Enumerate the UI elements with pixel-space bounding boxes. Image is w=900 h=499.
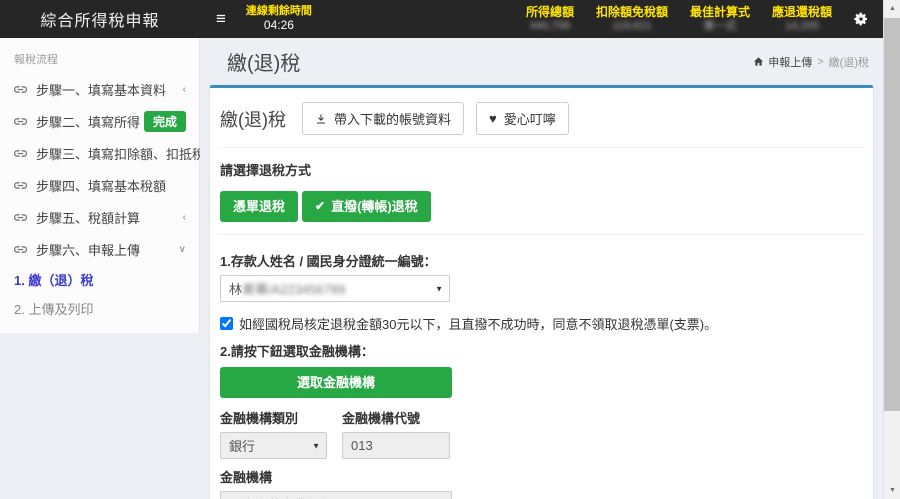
dropdown-arrow-icon: ▼ — [312, 441, 320, 450]
main-content: 繳(退)稅 申報上傳 > 繳(退)稅 繳(退)稅 帶入下載的帳號資料 ♥ 愛心叮… — [200, 38, 883, 499]
sidebar-item-label: 步驟二、填寫所得 — [36, 112, 144, 131]
import-downloaded-account-button[interactable]: 帶入下載的帳號資料 — [302, 102, 464, 135]
app-header: 綜合所得稅申報 ≡ 連線剩餘時間 04:26 所得總額 440,758 扣除額免… — [0, 0, 883, 38]
agree-no-voucher-row: 如經國稅局核定退稅金額30元以下，且直撥不成功時，同意不領取退稅憑單(支票)。 — [220, 314, 863, 333]
panel-title: 繳(退)稅 — [220, 106, 286, 132]
heart-icon: ♥ — [489, 111, 497, 126]
home-icon — [753, 56, 764, 67]
depositor-name-prefix: 林 — [229, 279, 242, 298]
sidebar-item-label: 步驟一、填寫基本資料 — [36, 80, 183, 99]
select-bank-button[interactable]: 選取金融機構 — [220, 367, 452, 398]
scroll-up-arrow-icon[interactable]: ▲ — [884, 0, 900, 17]
breadcrumb: 申報上傳 > 繳(退)稅 — [753, 54, 869, 70]
download-icon — [315, 113, 327, 125]
bank-type-column: 金融機構類別 銀行 ▼ — [220, 398, 327, 459]
stat-label: 應退還稅額 — [772, 5, 832, 19]
stat-label: 最佳計算式 — [690, 5, 750, 19]
sidebar-item-label: 步驟三、填寫扣除額、扣抵稅額 — [36, 144, 218, 163]
vertical-scrollbar[interactable]: ▲ ▼ — [883, 0, 900, 499]
stat-best-formula: 最佳計算式 第一式 — [690, 5, 750, 33]
stat-value: 第一式 — [690, 20, 750, 33]
done-badge: 完成 — [144, 111, 186, 132]
dropdown-arrow-icon: ▼ — [435, 284, 443, 293]
direct-transfer-refund-button[interactable]: ✔ 直撥(轉帳)退稅 — [302, 191, 431, 222]
stat-value: 440,758 — [526, 20, 574, 33]
check-icon: ✔ — [315, 191, 325, 222]
sidebar-item-label: 步驟四、填寫基本稅額 — [36, 176, 186, 195]
gear-icon[interactable] — [853, 11, 869, 27]
sidebar-menu: 報稅流程 步驟一、填寫基本資料 ‹ 步驟二、填寫所得 完成 步驟三、填寫扣除額、… — [0, 38, 200, 333]
content-header: 繳(退)稅 申報上傳 > 繳(退)稅 — [200, 38, 883, 85]
panel-header: 繳(退)稅 帶入下載的帳號資料 ♥ 愛心叮嚀 — [218, 96, 865, 148]
bank-type-label: 金融機構類別 — [220, 408, 327, 427]
scroll-down-arrow-icon[interactable]: ▼ — [884, 482, 900, 499]
bank-code-column: 金融機構代號 013 — [342, 398, 450, 459]
care-reminder-button[interactable]: ♥ 愛心叮嚀 — [476, 102, 569, 135]
scrollbar-thumb[interactable] — [884, 18, 900, 411]
sidebar-item-step5[interactable]: 步驟五、稅額計算 ‹ — [0, 201, 199, 233]
bank-name-field: 國泰世華商業銀行 — [220, 491, 452, 499]
sidebar-item-step2[interactable]: 步驟二、填寫所得 完成 — [0, 105, 199, 137]
link-icon — [14, 115, 27, 128]
link-icon — [14, 83, 27, 96]
stat-value: 14,205 — [772, 20, 832, 33]
refund-form-section: 1.存款人姓名 / 國民身分證統一編號： 林 美華/A223456789 ▼ 如… — [218, 235, 865, 499]
voucher-refund-button[interactable]: 憑單退稅 — [220, 191, 298, 222]
agree-no-voucher-label: 如經國稅局核定退稅金額30元以下，且直撥不成功時，同意不領取退稅憑單(支票)。 — [239, 314, 717, 333]
chevron-left-icon: ‹ — [183, 212, 186, 223]
agree-no-voucher-checkbox[interactable] — [220, 317, 233, 330]
stat-label: 扣除額免稅額 — [596, 5, 668, 19]
breadcrumb-separator: > — [817, 56, 823, 68]
breadcrumb-home-link[interactable]: 申報上傳 — [753, 54, 812, 70]
bank-code-field: 013 — [342, 432, 450, 459]
tax-refund-panel: 繳(退)稅 帶入下載的帳號資料 ♥ 愛心叮嚀 請選擇退稅方式 憑單退稅 ✔ 直撥… — [210, 85, 873, 499]
link-icon — [14, 179, 27, 192]
link-icon — [14, 147, 27, 160]
sidebar-item-step1[interactable]: 步驟一、填寫基本資料 ‹ — [0, 73, 199, 105]
sidebar-heading: 報稅流程 — [0, 38, 199, 73]
stat-refund-amount: 應退還稅額 14,205 — [772, 5, 832, 33]
bank-pick-label: 2.請按下鈕選取金融機構： — [220, 341, 863, 360]
stat-total-income: 所得總額 440,758 — [526, 5, 574, 33]
hamburger-menu-icon[interactable]: ≡ — [216, 9, 226, 29]
bank-code-label: 金融機構代號 — [342, 408, 450, 427]
sidebar: 報稅流程 步驟一、填寫基本資料 ‹ 步驟二、填寫所得 完成 步驟三、填寫扣除額、… — [0, 38, 200, 499]
breadcrumb-current: 繳(退)稅 — [829, 54, 869, 70]
sidebar-item-label: 步驟五、稅額計算 — [36, 208, 183, 227]
depositor-label: 1.存款人姓名 / 國民身分證統一編號： — [220, 251, 863, 270]
depositor-name-masked: 美華/A223456789 — [242, 279, 345, 298]
chevron-left-icon: ‹ — [183, 84, 186, 95]
sidebar-item-step6[interactable]: 步驟六、申報上傳 ∨ — [0, 233, 199, 265]
stat-label: 所得總額 — [526, 5, 574, 19]
sidebar-subitem-tax-refund[interactable]: 1. 繳（退）稅 — [0, 265, 199, 294]
stat-deductions: 扣除額免稅額 119,621 — [596, 5, 668, 33]
sidebar-subitem-upload-print[interactable]: 2. 上傳及列印 — [0, 294, 199, 323]
refund-method-section: 請選擇退稅方式 憑單退稅 ✔ 直撥(轉帳)退稅 — [218, 148, 865, 235]
session-timer-value: 04:26 — [246, 18, 312, 33]
sidebar-item-label: 步驟六、申報上傳 — [36, 240, 179, 259]
sidebar-item-step3[interactable]: 步驟三、填寫扣除額、扣抵稅額 ‹ — [0, 137, 199, 169]
bank-name-label: 金融機構 — [220, 467, 863, 486]
page-title: 繳(退)稅 — [227, 47, 300, 76]
link-icon — [14, 211, 27, 224]
session-timer-label: 連線剩餘時間 — [246, 5, 312, 19]
app-title: 綜合所得稅申報 — [0, 7, 200, 31]
session-timer: 連線剩餘時間 04:26 — [246, 5, 312, 34]
depositor-select[interactable]: 林 美華/A223456789 ▼ — [220, 275, 450, 302]
sidebar-item-step4[interactable]: 步驟四、填寫基本稅額 — [0, 169, 199, 201]
link-icon — [14, 243, 27, 256]
refund-method-prompt: 請選擇退稅方式 — [220, 156, 863, 191]
bank-type-select[interactable]: 銀行 ▼ — [220, 432, 327, 459]
stat-value: 119,621 — [596, 20, 668, 33]
chevron-down-icon: ∨ — [179, 244, 186, 255]
